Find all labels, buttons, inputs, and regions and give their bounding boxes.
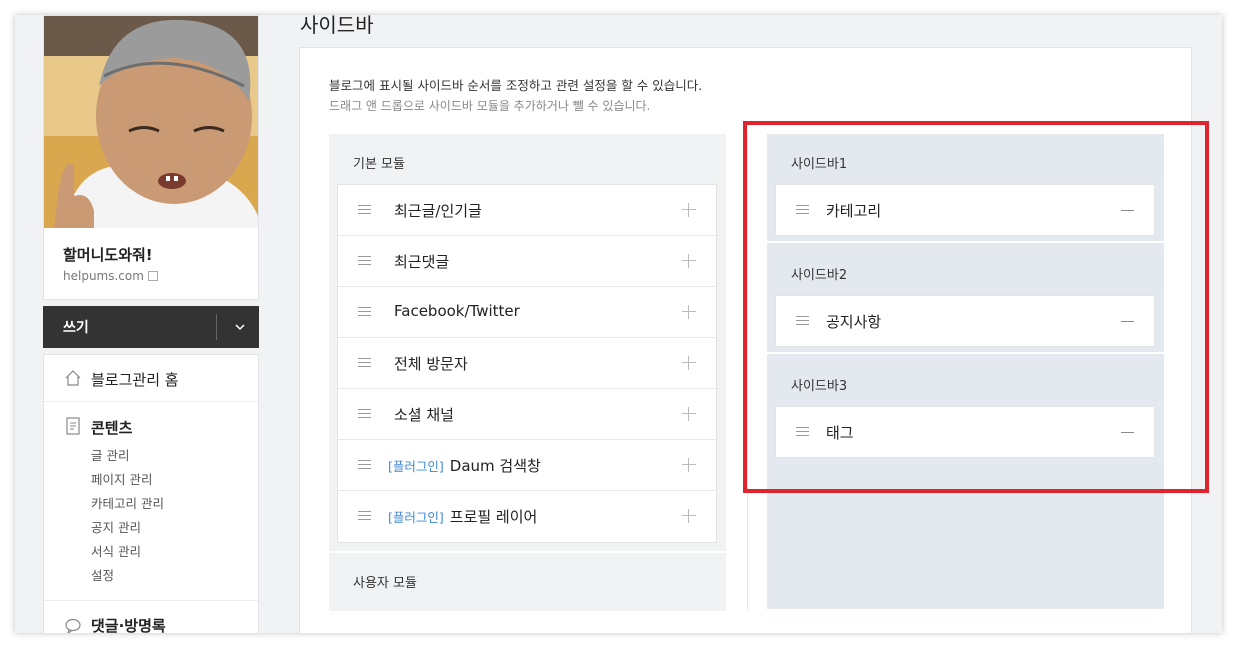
page-title: 사이드바 <box>300 15 374 37</box>
drag-handle-icon[interactable] <box>358 307 371 317</box>
comment-icon <box>64 617 82 633</box>
page-help-text: 드래그 앤 드롭으로 사이드바 모듈을 추가하거나 뺄 수 있습니다. <box>329 99 651 113</box>
nav-section-contents[interactable]: 콘텐츠 <box>91 417 132 438</box>
basic-modules-title: 기본 모듈 <box>353 157 405 172</box>
nav-item-category-manage[interactable]: 카테고리 관리 <box>91 493 164 512</box>
highlight-annotation <box>743 121 1209 493</box>
drag-handle-icon[interactable] <box>358 205 371 215</box>
module-label: [플러그인] 프로필 레이어 <box>388 506 537 527</box>
document-icon <box>64 417 82 435</box>
nav-item-page-manage[interactable]: 페이지 관리 <box>91 469 152 488</box>
drag-handle-icon[interactable] <box>358 256 371 266</box>
add-icon[interactable] <box>682 407 696 421</box>
add-icon[interactable] <box>682 458 696 472</box>
plugin-tag: [플러그인] <box>388 510 444 525</box>
plugin-tag: [플러그인] <box>388 459 444 474</box>
page-description: 블로그에 표시될 사이드바 순서를 조정하고 관련 설정을 할 수 있습니다. <box>329 78 703 93</box>
module-label: 소셜 채널 <box>388 404 454 425</box>
module-name: 최근댓글 <box>394 253 450 271</box>
nav-home-label: 블로그관리 홈 <box>91 371 179 389</box>
nav-item-notice-manage[interactable]: 공지 관리 <box>91 517 141 536</box>
admin-nav: 블로그관리 홈 콘텐츠 글 관리 페이지 관리 카테고리 관리 공지 관리 서식… <box>43 354 259 633</box>
user-modules-title[interactable]: 사용자 모듈 <box>353 572 417 591</box>
basic-modules-list: 최근글/인기글 최근댓글 Facebook/Twitter 전체 방문자 소셜 … <box>337 184 717 543</box>
chevron-down-icon[interactable] <box>230 317 250 337</box>
app-frame: 할머니도와줘! helpums.com 쓰기 블로그관리 홈 콘텐츠 글 관리 … <box>15 15 1222 633</box>
module-item[interactable]: 전체 방문자 <box>338 338 716 389</box>
nav-item-template-manage[interactable]: 서식 관리 <box>91 541 141 560</box>
profile-card: 할머니도와줘! helpums.com <box>43 15 259 300</box>
module-label: 최근글/인기글 <box>388 200 482 221</box>
drag-handle-icon[interactable] <box>358 511 371 521</box>
nav-divider <box>44 600 258 601</box>
module-name: 프로필 레이어 <box>449 508 538 526</box>
module-label: 전체 방문자 <box>388 353 468 374</box>
module-name: Daum 검색창 <box>449 457 541 475</box>
module-label: 최근댓글 <box>388 251 449 272</box>
module-item[interactable]: [플러그인] Daum 검색창 <box>338 440 716 491</box>
module-label: [플러그인] Daum 검색창 <box>388 455 541 476</box>
add-icon[interactable] <box>682 305 696 319</box>
add-icon[interactable] <box>682 254 696 268</box>
drag-handle-icon[interactable] <box>358 409 371 419</box>
home-icon <box>64 369 82 387</box>
module-name: 전체 방문자 <box>394 355 468 373</box>
nav-item-post-manage[interactable]: 글 관리 <box>91 445 129 464</box>
basic-modules-box: 기본 모듈 최근글/인기글 최근댓글 Facebook/Twitter 전체 방… <box>329 134 726 551</box>
drag-handle-icon[interactable] <box>358 460 371 470</box>
nav-section-comments[interactable]: 댓글·방명록 <box>91 615 166 633</box>
add-icon[interactable] <box>682 356 696 370</box>
blog-url-text[interactable]: helpums.com <box>63 269 144 283</box>
drag-handle-icon[interactable] <box>358 358 371 368</box>
module-item[interactable]: 최근댓글 <box>338 236 716 287</box>
write-button[interactable]: 쓰기 <box>43 306 259 348</box>
add-icon[interactable] <box>682 509 696 523</box>
module-item[interactable]: [플러그인] 프로필 레이어 <box>338 491 716 542</box>
module-name: Facebook/Twitter <box>394 302 520 320</box>
nav-item-blog-admin-home[interactable]: 블로그관리 홈 <box>44 355 258 402</box>
user-modules-box: 사용자 모듈 <box>329 553 726 611</box>
blog-name[interactable]: 할머니도와줘! <box>63 244 153 265</box>
nav-item-settings[interactable]: 설정 <box>91 565 114 584</box>
write-button-label: 쓰기 <box>63 320 89 336</box>
blog-url[interactable]: helpums.com <box>63 269 158 283</box>
external-link-icon <box>147 271 158 281</box>
avatar[interactable] <box>44 16 258 228</box>
module-name: 최근글/인기글 <box>394 202 482 220</box>
module-item[interactable]: 최근글/인기글 <box>338 185 716 236</box>
module-label: Facebook/Twitter <box>388 302 520 320</box>
add-icon[interactable] <box>682 203 696 217</box>
module-name: 소셜 채널 <box>394 406 454 424</box>
write-button-divider <box>216 314 217 340</box>
module-item[interactable]: Facebook/Twitter <box>338 287 716 338</box>
module-item[interactable]: 소셜 채널 <box>338 389 716 440</box>
